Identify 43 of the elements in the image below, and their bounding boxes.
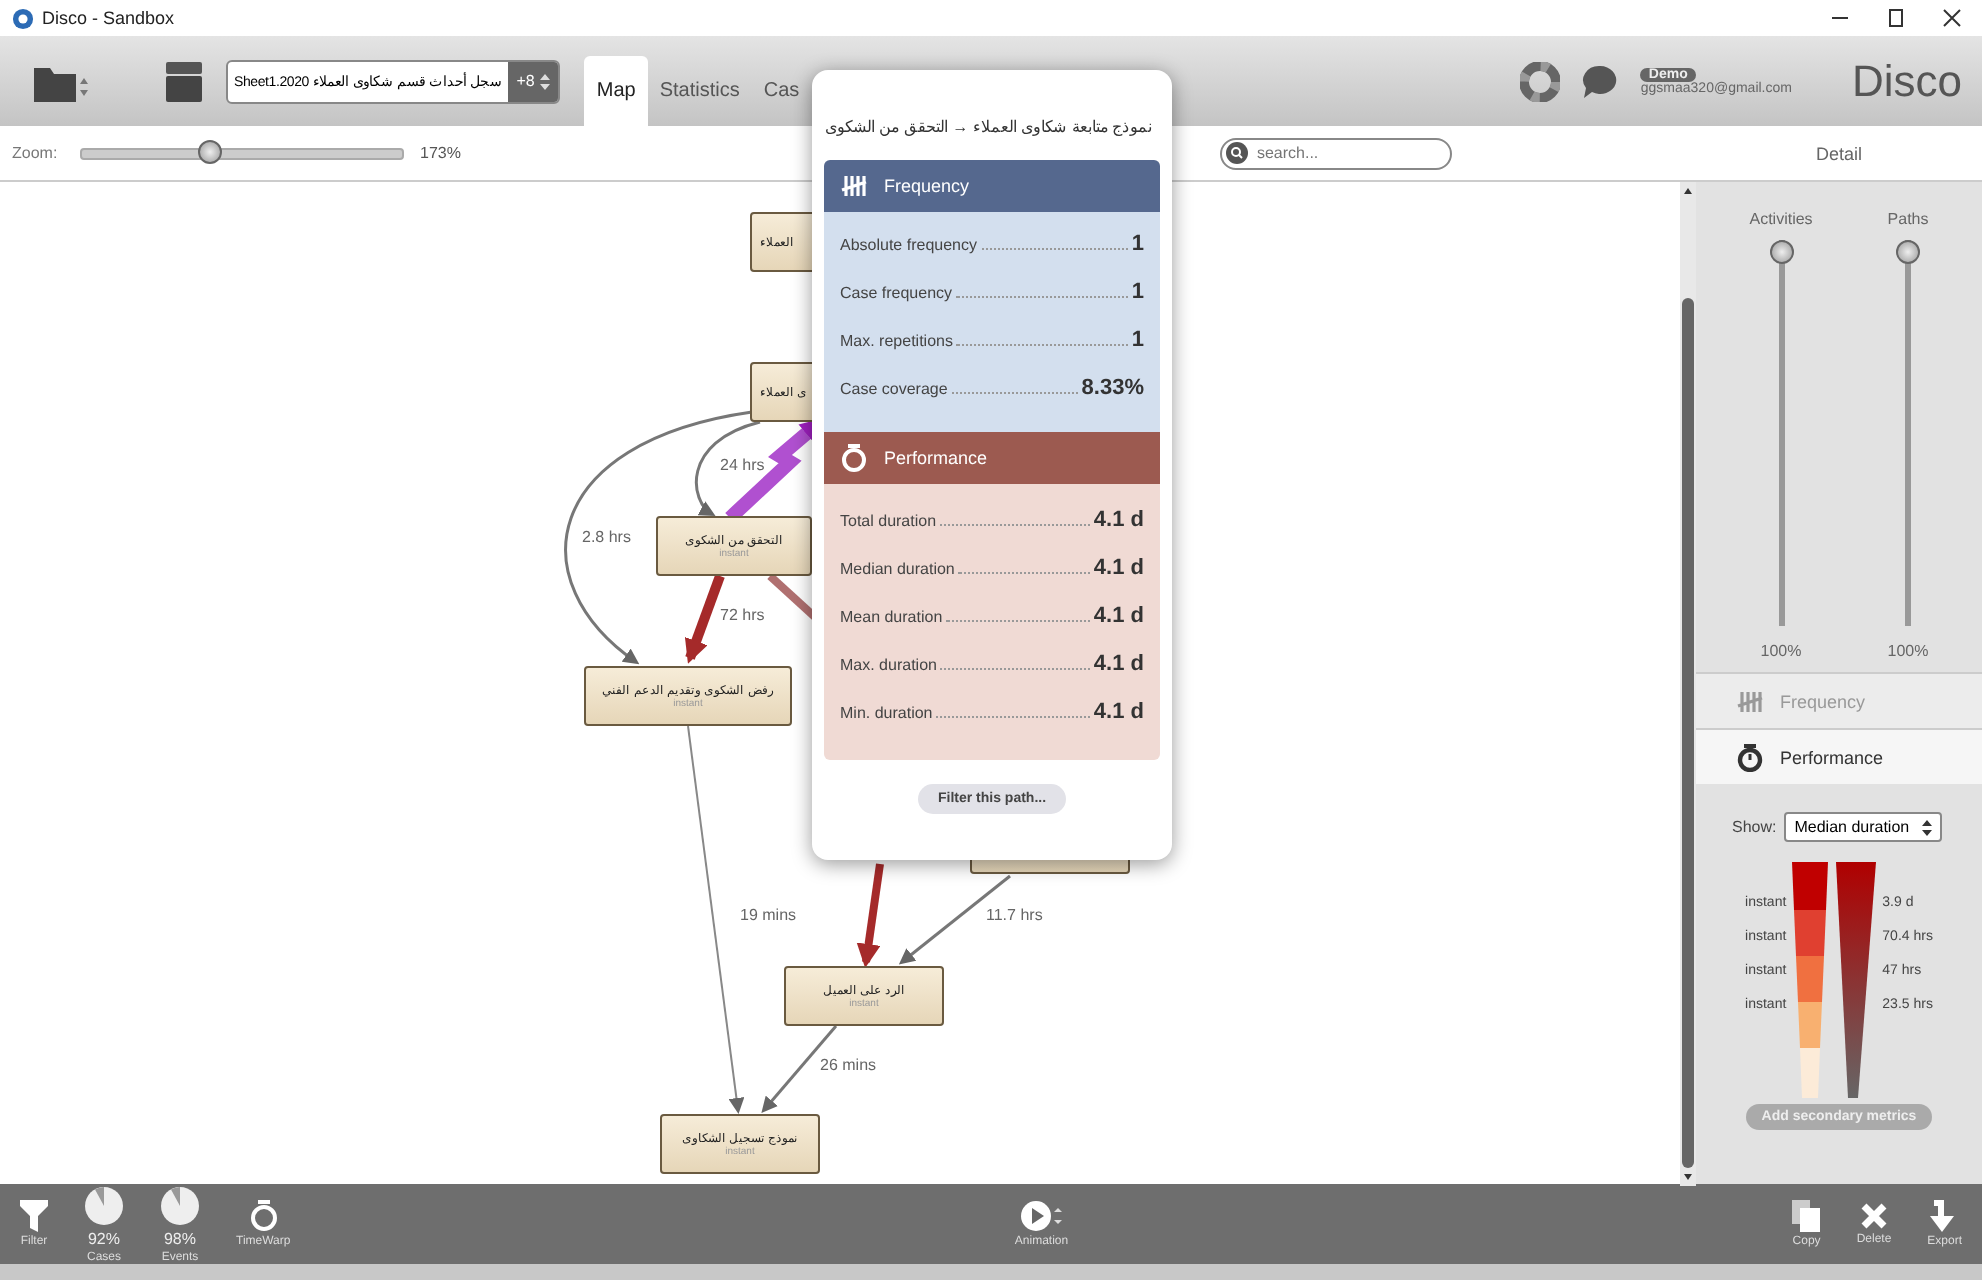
metric-value: 1 (1131, 328, 1144, 352)
metric-label: Min. duration (840, 704, 933, 722)
metric-value: 4.1 d (1093, 652, 1144, 676)
metric-value: 4.1 d (1093, 604, 1144, 628)
metric-label: Case coverage (840, 380, 948, 398)
metric-value: 8.33% (1081, 376, 1144, 400)
slider-reading: 100% (1760, 642, 1802, 660)
metric-value: 4.1 d (1093, 508, 1144, 532)
zoom-reading: 173% (420, 144, 461, 162)
edge-label: 72 hrs (720, 606, 765, 624)
metric-label: Max. duration (840, 656, 937, 674)
window-title: Disco - Sandbox (42, 8, 175, 28)
view-tab[interactable]: Statistics (647, 56, 752, 126)
section-header: Frequency (824, 160, 1160, 212)
zoom-label: Zoom: (12, 144, 60, 162)
metric-select[interactable]: Median duration (1784, 812, 1942, 842)
search-field[interactable]: search... (1220, 137, 1453, 169)
view-tab[interactable]: Map (584, 56, 648, 126)
edge-label: 24 hrs (720, 456, 765, 474)
slider-label: Paths (1887, 210, 1929, 228)
view-tab[interactable]: Cas (751, 56, 812, 126)
edge-label: 26 mins (820, 1056, 877, 1074)
metric-label: Median duration (840, 560, 955, 578)
edge-label: 11.7 hrs (986, 906, 1043, 924)
metric-value: 4.1 d (1093, 700, 1144, 724)
edge-label: 2.8 hrs (582, 528, 631, 546)
slider-reading: 100% (1887, 642, 1929, 660)
metric-label: Max. repetitions (840, 332, 953, 350)
metric-label: Case frequency (840, 284, 953, 302)
metric-value: 1 (1131, 232, 1144, 256)
metric-value: 1 (1131, 280, 1144, 304)
edge-label: 19 mins (740, 906, 797, 924)
metric-tab[interactable]: Frequency (1696, 672, 1982, 728)
metric-label: Total duration (840, 512, 937, 530)
section-header: Performance (824, 432, 1160, 484)
app-logo: Disco (1851, 55, 1962, 107)
metric-value: 4.1 d (1093, 556, 1144, 580)
metric-label: Mean duration (840, 608, 943, 626)
metric-tab[interactable]: Performance (1696, 728, 1982, 784)
metric-label: Absolute frequency (840, 236, 977, 254)
slider-label: Activities (1749, 210, 1813, 228)
detail-header: Detail (1813, 143, 1864, 163)
show-label: Show: (1732, 818, 1777, 836)
